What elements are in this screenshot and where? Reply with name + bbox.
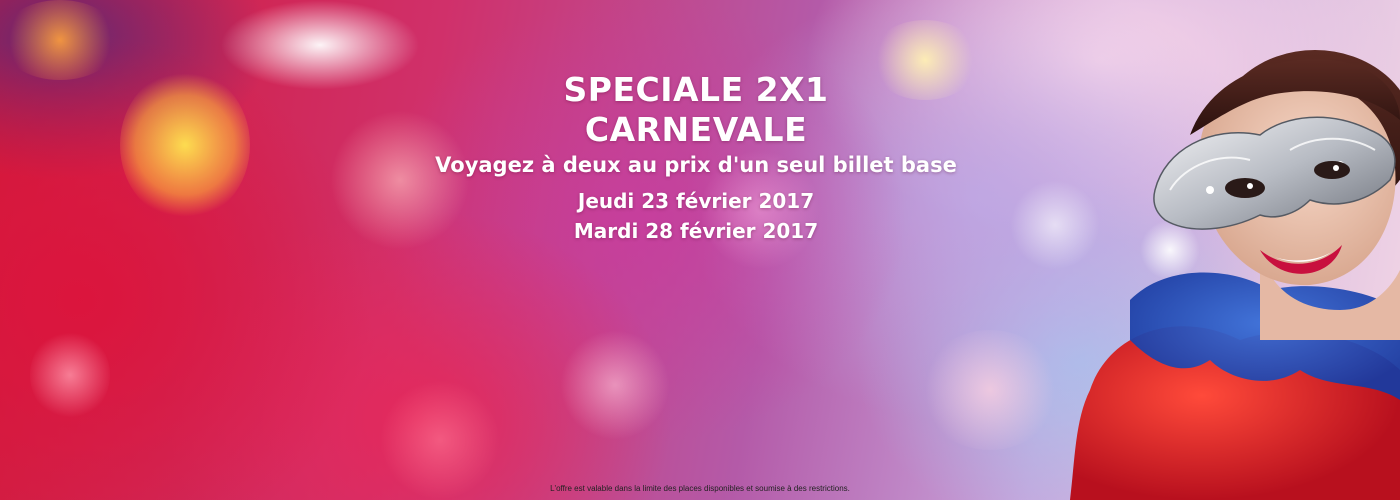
promo-date-end: Mardi 28 février 2017 <box>573 219 819 243</box>
carnival-promo-banner[interactable]: SPECIALE 2X1 CARNEVALE Voyagez à deux au… <box>0 0 1400 500</box>
promo-subtitle: Voyagez à deux au prix d'un seul billet … <box>435 153 957 177</box>
bokeh-light <box>560 330 670 440</box>
bokeh-light <box>920 330 1060 450</box>
promo-title-line-2: CARNEVALE <box>584 110 808 149</box>
promo-date-start: Jeudi 23 février 2017 <box>577 189 815 213</box>
offer-disclaimer: L'offre est valable dans la limite des p… <box>550 484 850 493</box>
masked-woman-portrait <box>1070 40 1400 500</box>
promo-dates: Jeudi 23 février 2017 Mardi 28 février 2… <box>396 186 996 246</box>
bokeh-light <box>30 330 110 420</box>
promo-title-line-1: SPECIALE 2X1 <box>563 70 829 109</box>
bokeh-light <box>380 380 500 500</box>
promo-headline: SPECIALE 2X1 CARNEVALE Voyagez à deux au… <box>396 70 996 246</box>
bokeh-light <box>120 70 250 220</box>
bokeh-light <box>220 0 420 90</box>
bokeh-light <box>0 0 120 80</box>
